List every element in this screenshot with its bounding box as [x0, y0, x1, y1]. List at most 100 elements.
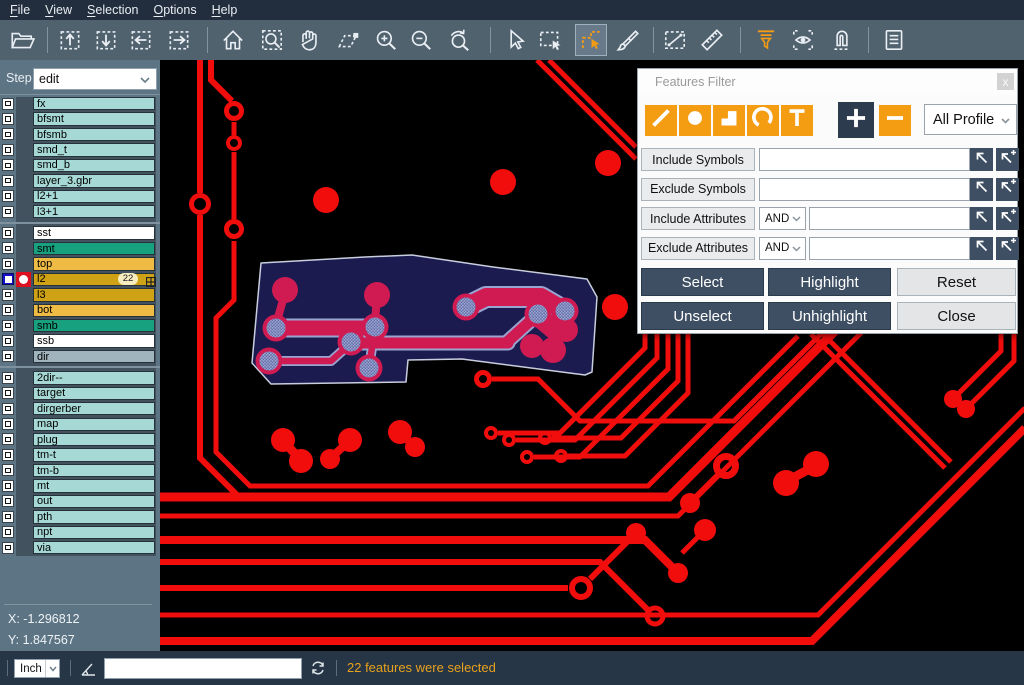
pick-from-canvas-button[interactable] — [970, 237, 993, 260]
layer-checkbox[interactable] — [2, 128, 14, 140]
zoom-window-button[interactable] — [256, 24, 288, 56]
layer-row-l2+1[interactable]: l2+1 — [0, 190, 160, 203]
menu-item-selection[interactable]: Selection — [87, 3, 138, 17]
layer-checkbox[interactable] — [2, 258, 14, 270]
layer-row-map[interactable]: map — [0, 418, 160, 431]
pick-from-canvas-button[interactable] — [970, 178, 993, 201]
filter-row-label[interactable]: Include Symbols — [641, 148, 755, 171]
menu-item-view[interactable]: View — [45, 3, 72, 17]
layer-name[interactable]: pth — [33, 510, 155, 523]
layer-name[interactable]: l3 — [33, 288, 155, 301]
filter-pads-button[interactable] — [679, 105, 711, 136]
layer-checkbox[interactable] — [2, 159, 14, 171]
layer-name[interactable]: target — [33, 387, 155, 400]
home-view-button[interactable] — [217, 24, 249, 56]
pick-add-button[interactable] — [996, 237, 1019, 260]
layer-checkbox[interactable] — [2, 372, 14, 384]
report-list-button[interactable] — [878, 24, 910, 56]
command-input[interactable] — [104, 658, 302, 679]
shift-up-button[interactable] — [54, 24, 86, 56]
zoom-out-button[interactable] — [405, 24, 437, 56]
zoom-in-button[interactable] — [370, 24, 402, 56]
layer-row-bfsmt[interactable]: bfsmt — [0, 112, 160, 125]
angle-measure-icon[interactable] — [80, 660, 97, 677]
layer-checkbox[interactable] — [2, 526, 14, 538]
filter-value-input[interactable] — [759, 178, 970, 201]
features-filter-button[interactable] — [750, 24, 782, 56]
menu-item-options[interactable]: Options — [153, 3, 196, 17]
pick-add-button[interactable] — [996, 207, 1019, 230]
layer-name[interactable]: l3+1 — [33, 205, 155, 218]
shift-down-button[interactable] — [90, 24, 122, 56]
highlight-button[interactable]: Highlight — [768, 268, 891, 296]
dialog-title-bar[interactable]: Features Filter — [638, 69, 1017, 95]
layer-row-top[interactable]: top — [0, 257, 160, 270]
layer-name[interactable]: bfsmt — [33, 112, 155, 125]
layer-row-mt[interactable]: mt — [0, 479, 160, 492]
clean-brush-button[interactable] — [612, 24, 644, 56]
layer-row-tm-b[interactable]: tm-b — [0, 464, 160, 477]
layer-checkbox[interactable] — [2, 464, 14, 476]
layer-checkbox[interactable] — [2, 511, 14, 523]
open-folder-button[interactable] — [6, 24, 38, 56]
unselect-button[interactable]: Unselect — [641, 302, 764, 330]
pick-from-canvas-button[interactable] — [970, 148, 993, 171]
layer-row-l2[interactable]: l222 — [0, 273, 160, 286]
layer-row-tm-t[interactable]: tm-t — [0, 448, 160, 461]
layer-name[interactable]: top — [33, 257, 155, 270]
layer-checkbox[interactable] — [2, 418, 14, 430]
layer-name[interactable]: dir — [33, 350, 155, 363]
layer-row-ssb[interactable]: ssb — [0, 334, 160, 347]
layer-checkbox[interactable] — [2, 273, 14, 285]
layer-row-smd_t[interactable]: smd_t — [0, 143, 160, 156]
layer-name[interactable]: smb — [33, 319, 155, 332]
layer-name[interactable]: bot — [33, 304, 155, 317]
layer-checkbox[interactable] — [2, 98, 14, 110]
layer-row-layer_3.gbr[interactable]: layer_3.gbr — [0, 174, 160, 187]
layer-row-smd_b[interactable]: smd_b — [0, 159, 160, 172]
layer-name[interactable]: map — [33, 418, 155, 431]
layer-row-smb[interactable]: smb — [0, 319, 160, 332]
filter-text-button[interactable] — [781, 105, 813, 136]
layer-row-pth[interactable]: pth — [0, 510, 160, 523]
layer-name[interactable]: fx — [33, 97, 155, 110]
step-dropdown[interactable]: edit — [33, 68, 157, 90]
zoom-polygon-button[interactable] — [332, 24, 364, 56]
filter-row-label[interactable]: Exclude Symbols — [641, 178, 755, 201]
layer-row-2dir--[interactable]: 2dir-- — [0, 371, 160, 384]
select-button[interactable]: Select — [641, 268, 764, 296]
layer-name[interactable]: sst — [33, 226, 155, 239]
layer-name[interactable]: tm-t — [33, 448, 155, 461]
layer-checkbox[interactable] — [2, 242, 14, 254]
layer-name[interactable]: via — [33, 541, 155, 554]
layer-name[interactable]: 2dir-- — [33, 371, 155, 384]
layer-checkbox[interactable] — [2, 227, 14, 239]
pick-from-canvas-button[interactable] — [970, 207, 993, 230]
filter-row-label[interactable]: Include Attributes — [641, 207, 755, 230]
layer-checkbox[interactable] — [2, 350, 14, 362]
layer-row-npt[interactable]: npt — [0, 526, 160, 539]
layer-checkbox[interactable] — [2, 289, 14, 301]
layer-checkbox[interactable] — [2, 403, 14, 415]
filter-surfaces-button[interactable] — [713, 105, 745, 136]
layer-name[interactable]: layer_3.gbr — [33, 174, 155, 187]
layer-name[interactable]: smd_b — [33, 159, 155, 172]
add-mode-button[interactable] — [838, 102, 874, 138]
filter-value-input[interactable] — [809, 237, 970, 260]
filter-lines-button[interactable] — [645, 105, 677, 136]
filter-value-input[interactable] — [809, 207, 970, 230]
layer-checkbox[interactable] — [2, 113, 14, 125]
select-rectangle-button[interactable] — [534, 24, 566, 56]
layer-row-out[interactable]: out — [0, 495, 160, 508]
layer-name[interactable]: ssb — [33, 334, 155, 347]
menu-item-file[interactable]: File — [10, 3, 30, 17]
layer-name[interactable]: bfsmb — [33, 128, 155, 141]
pick-add-button[interactable] — [996, 178, 1019, 201]
select-cursor-button[interactable] — [499, 24, 531, 56]
close-button[interactable]: Close — [897, 302, 1016, 330]
layer-checkbox[interactable] — [2, 449, 14, 461]
unhighlight-button[interactable]: Unhighlight — [768, 302, 891, 330]
layer-row-l3[interactable]: l3 — [0, 288, 160, 301]
layer-row-dirgerber[interactable]: dirgerber — [0, 402, 160, 415]
reset-button[interactable]: Reset — [897, 268, 1016, 296]
